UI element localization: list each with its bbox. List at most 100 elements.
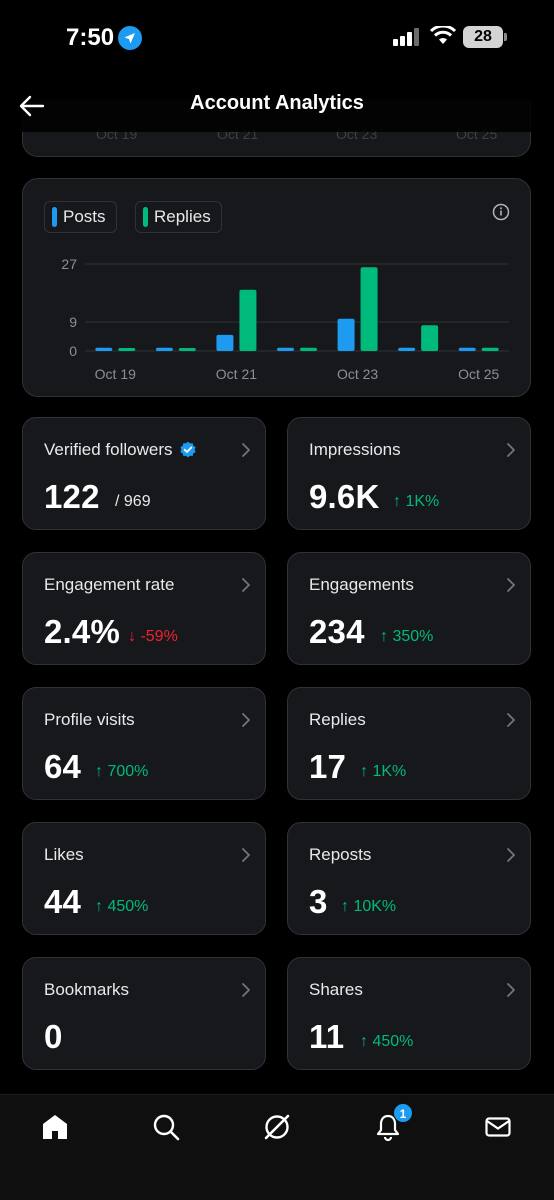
- x-tick-label: Oct 21: [216, 366, 257, 382]
- metric-value: 0: [44, 1018, 63, 1055]
- metric-change: ↑ 1K%: [393, 493, 439, 511]
- metric-change: ↑ 450%: [360, 1033, 413, 1051]
- bar-posts: [216, 334, 234, 351]
- cellular-signal-icon: [393, 28, 421, 51]
- metric-change-value: 1K%: [372, 763, 407, 780]
- metric-value: 44: [44, 883, 82, 920]
- chevron-right-icon: [506, 982, 516, 1003]
- metric-label-text: Engagements: [309, 575, 414, 594]
- bar-replies: [118, 348, 136, 351]
- x-tick-label: Oct 23: [337, 366, 378, 382]
- metric-label: Shares: [309, 980, 363, 1000]
- metric-card[interactable]: Bookmarks 0: [22, 957, 266, 1070]
- x-tick-label: Oct 19: [95, 366, 136, 382]
- bar-replies: [421, 325, 439, 351]
- header: Account Analytics: [0, 80, 554, 132]
- metric-label-text: Profile visits: [44, 710, 135, 729]
- chevron-right-icon: [241, 982, 251, 1003]
- chevron-right-icon: [506, 712, 516, 733]
- metric-value: 11: [309, 1018, 345, 1055]
- wifi-icon: [429, 24, 457, 51]
- bar-chart: 27 9 0 Oct 19 Oct 21 Oct 23 Oct 25: [61, 256, 509, 382]
- metric-value: 17: [309, 748, 347, 785]
- chevron-right-icon: [241, 847, 251, 868]
- metric-change: ↑ 450%: [95, 898, 148, 916]
- metric-label-text: Reposts: [309, 845, 372, 864]
- home-icon: [43, 1115, 67, 1139]
- tab-search[interactable]: [150, 1111, 182, 1143]
- bar-replies: [360, 267, 378, 351]
- bar-posts: [458, 347, 476, 351]
- metric-value: 9.6K: [309, 478, 380, 515]
- metric-change-value: 450%: [372, 1033, 414, 1050]
- arrow-up-icon: ↑: [95, 763, 108, 780]
- metric-label: Engagements: [309, 575, 414, 595]
- activity-chart-card: Posts Replies 27 9 0 Oct 19 Oct 21 Oct 23 Oct …: [22, 178, 531, 397]
- metric-label-text: Shares: [309, 980, 363, 999]
- metric-label: Replies: [309, 710, 366, 730]
- y-tick-label: 9: [69, 314, 77, 330]
- arrow-up-icon: ↑: [393, 493, 406, 510]
- metric-change-value: 10K%: [353, 898, 397, 915]
- arrow-up-icon: ↑: [360, 1033, 373, 1050]
- status-time: 7:50: [66, 24, 115, 51]
- metric-change: ↑ 10K%: [341, 898, 396, 916]
- metric-total: / 969: [115, 493, 151, 510]
- metric-change-value: 450%: [107, 898, 149, 915]
- metric-card[interactable]: Engagements 234 ↑ 350%: [287, 552, 531, 665]
- metric-change-value: -59%: [140, 628, 178, 645]
- metric-label: Profile visits: [44, 710, 135, 730]
- search-icon: [153, 1114, 180, 1141]
- metric-change-value: 700%: [107, 763, 149, 780]
- mail-icon: [485, 1117, 511, 1137]
- metric-card[interactable]: Reposts 3 ↑ 10K%: [287, 822, 531, 935]
- metric-card[interactable]: Profile visits 64 ↑ 700%: [22, 687, 266, 800]
- bar-posts: [337, 318, 355, 351]
- bar-posts: [155, 347, 173, 351]
- chevron-right-icon: [506, 847, 516, 868]
- bottom-tab-bar: [0, 1094, 554, 1200]
- metric-card[interactable]: Engagement rate 2.4% ↓ -59%: [22, 552, 266, 665]
- metric-change: ↓ -59%: [128, 628, 178, 646]
- metric-label: Likes: [44, 845, 84, 865]
- metric-label: Reposts: [309, 845, 371, 865]
- grok-icon: [264, 1114, 290, 1140]
- metric-card[interactable]: Impressions 9.6K ↑ 1K%: [287, 417, 531, 530]
- tab-grok[interactable]: [261, 1111, 293, 1143]
- location-arrow-icon: [118, 26, 142, 50]
- page-title: Account Analytics: [190, 92, 364, 114]
- y-tick-label: 27: [61, 256, 77, 272]
- tab-messages[interactable]: [482, 1111, 514, 1143]
- metric-label-text: Bookmarks: [44, 980, 130, 999]
- x-tick-label: Oct 25: [458, 366, 499, 382]
- metric-label: Impressions: [309, 440, 401, 460]
- metric-value: 64: [44, 748, 82, 785]
- metric-value: 122: [44, 478, 100, 515]
- bar-replies: [300, 347, 317, 351]
- metric-label: Engagement rate: [44, 575, 174, 595]
- arrow-up-icon: ↑: [360, 763, 373, 780]
- chevron-right-icon: [506, 442, 516, 463]
- bar-replies: [178, 348, 196, 351]
- metric-change: ↑ 350%: [380, 628, 433, 646]
- metric-card[interactable]: Likes 44 ↑ 450%: [22, 822, 266, 935]
- metric-change: ↑ 700%: [95, 763, 148, 781]
- metric-label-text: Replies: [309, 710, 366, 729]
- metric-label-text: Verified followers: [44, 440, 173, 459]
- arrow-up-icon: ↑: [380, 628, 393, 645]
- chevron-right-icon: [506, 577, 516, 598]
- status-bar: 7:50 28: [0, 0, 554, 80]
- metric-change-value: 1K%: [405, 493, 440, 510]
- metric-card[interactable]: Replies 17 ↑ 1K%: [287, 687, 531, 800]
- metric-value: 2.4%: [44, 613, 121, 650]
- metric-change-value: 350%: [392, 628, 434, 645]
- chevron-right-icon: [241, 442, 251, 463]
- metric-label-text: Impressions: [309, 440, 401, 459]
- metric-card[interactable]: Verified followers 122 / 969: [22, 417, 266, 530]
- chevron-right-icon: [241, 577, 251, 598]
- bar-posts: [95, 347, 113, 351]
- bar-replies: [481, 347, 499, 351]
- bar-posts: [277, 347, 294, 351]
- metric-card[interactable]: Shares 11 ↑ 450%: [287, 957, 531, 1070]
- tab-home[interactable]: [39, 1111, 71, 1143]
